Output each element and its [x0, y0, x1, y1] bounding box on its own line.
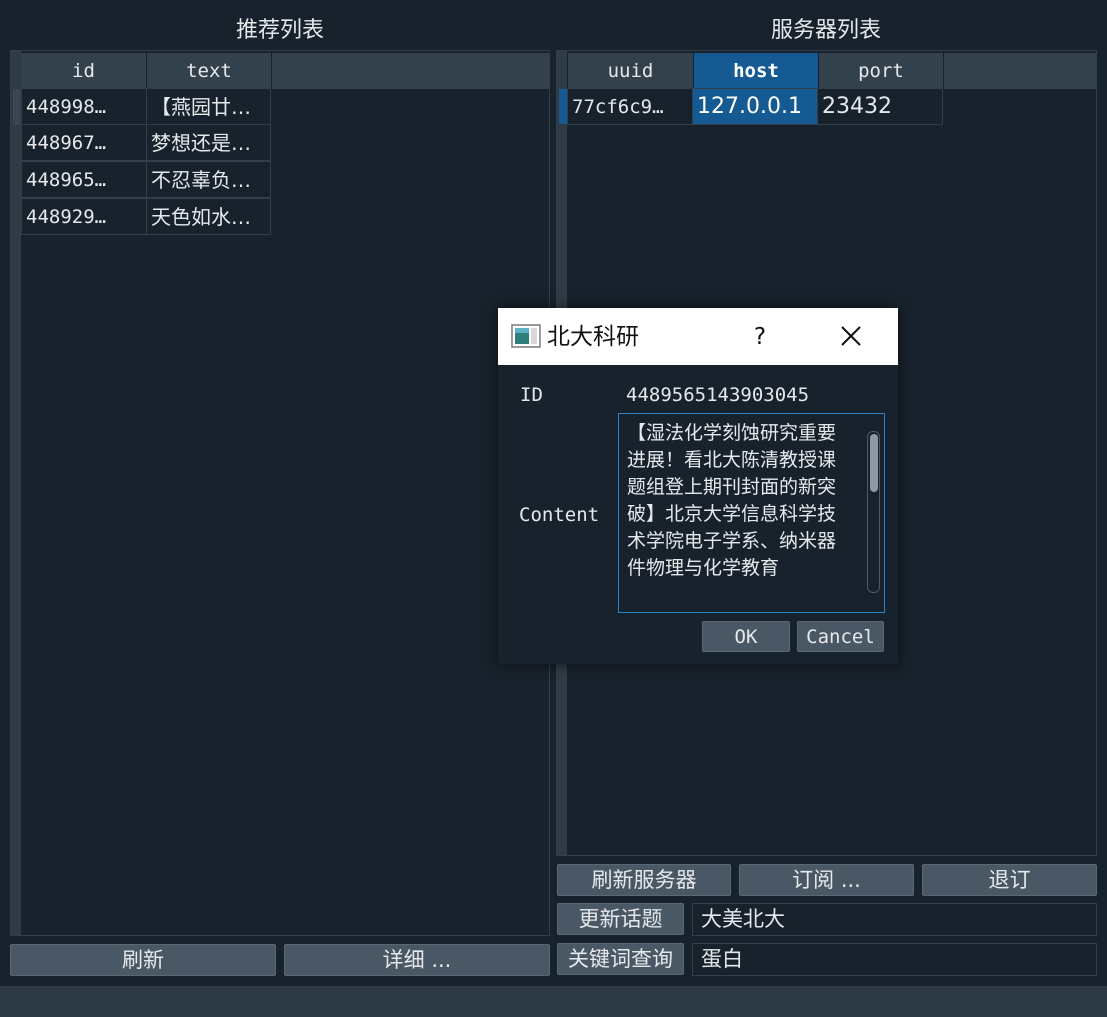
update-topic-button[interactable]: 更新话题 — [557, 903, 684, 935]
refresh-button[interactable]: 刷新 — [10, 944, 276, 976]
app-window-icon — [511, 324, 541, 348]
server-table-body: 77cf6c9… 127.0.0.1 23432 — [567, 88, 947, 125]
server-table-header: uuid host port — [568, 53, 1096, 89]
row-header-gutter — [11, 51, 21, 935]
table-row-4-id[interactable]: 448929… — [21, 198, 147, 235]
table-row-2-text[interactable]: 梦想还是… — [146, 124, 271, 161]
help-icon[interactable]: ? — [746, 320, 774, 354]
topic-input[interactable]: 大美北大 — [692, 903, 1097, 936]
table-row-4-text[interactable]: 天色如水… — [146, 198, 271, 235]
table-row-3-text[interactable]: 不忍辜负… — [146, 161, 271, 198]
table-row-3-id[interactable]: 448965… — [21, 161, 147, 198]
column-header-id[interactable]: id — [21, 53, 147, 89]
table-row-1-text[interactable]: 【燕园廿… — [146, 88, 271, 125]
recommend-list-title: 推荐列表 — [235, 18, 324, 43]
server-row-1-port[interactable]: 23432 — [817, 88, 943, 125]
server-row-selector-1[interactable] — [559, 89, 567, 124]
recommend-table-body: 448998… 【燕园廿… 448967… 梦想还是… 448965… 不忍辜负… — [21, 88, 281, 238]
keyword-input[interactable]: 蛋白 — [692, 943, 1097, 976]
id-label: ID — [520, 384, 543, 406]
detail-button[interactable]: 详细 ... — [284, 944, 550, 976]
subscribe-button[interactable]: 订阅 ... — [739, 864, 914, 896]
detail-dialog: 北大科研 ? ID 4489565143903045 Content 【湿法化学… — [498, 308, 898, 664]
column-header-uuid[interactable]: uuid — [568, 53, 694, 89]
ok-button[interactable]: OK — [702, 621, 790, 652]
content-textarea[interactable]: 【湿法化学刻蚀研究重要进展！看北大陈清教授课题组登上期刊封面的新突破】北京大学信… — [618, 413, 885, 613]
content-scrollbar-thumb[interactable] — [870, 434, 878, 492]
dialog-title: 北大科研 — [547, 324, 639, 350]
status-bar — [0, 986, 1107, 1017]
cancel-button[interactable]: Cancel — [797, 621, 884, 652]
column-header-port[interactable]: port — [819, 53, 944, 89]
close-icon[interactable] — [840, 325, 862, 347]
content-label: Content — [519, 504, 600, 526]
table-row-1-id[interactable]: 448998… — [21, 88, 147, 125]
unsubscribe-button[interactable]: 退订 — [922, 864, 1097, 896]
keyword-query-button[interactable]: 关键词查询 — [557, 943, 684, 975]
content-scrollbar[interactable] — [867, 431, 880, 593]
row-selector-1[interactable] — [13, 89, 20, 125]
id-value: 4489565143903045 — [626, 384, 810, 406]
dialog-title-bar[interactable]: 北大科研 ? — [498, 308, 898, 365]
recommend-table-header: id text — [21, 53, 549, 89]
column-header-text[interactable]: text — [147, 53, 272, 89]
column-header-host[interactable]: host — [694, 53, 819, 89]
server-row-1-host[interactable]: 127.0.0.1 — [692, 88, 818, 125]
server-list-title: 服务器列表 — [770, 18, 881, 43]
server-row-1-uuid[interactable]: 77cf6c9… — [567, 88, 693, 125]
refresh-servers-button[interactable]: 刷新服务器 — [557, 864, 731, 896]
table-row-2-id[interactable]: 448967… — [21, 124, 147, 161]
